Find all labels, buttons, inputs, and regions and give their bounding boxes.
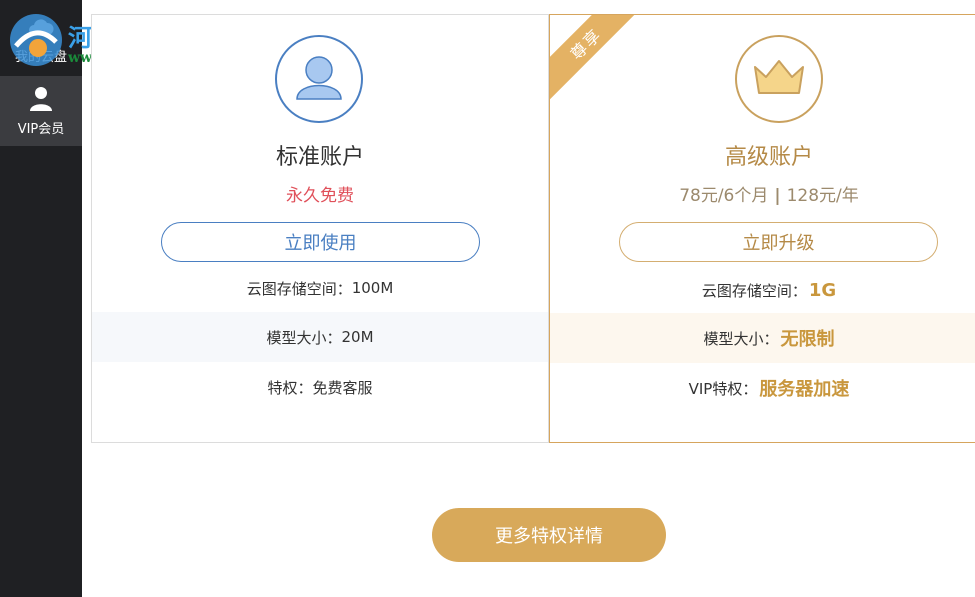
standard-price: 永久免费 [286,186,354,206]
use-now-button[interactable]: 立即使用 [161,222,480,262]
premium-title: 高级账户 [724,145,813,170]
feature-row-storage: 云图存储空间： 1G [550,265,975,315]
feature-value: 服务器加速 [759,379,850,400]
feature-label: 模型大小： [703,329,779,348]
premium-ribbon: 尊享 [550,15,649,107]
feature-label: 云图存储空间： [701,281,807,300]
feature-row-privilege: 特权： 免费客服 [92,362,548,412]
crown-icon [735,35,823,123]
sidebar: 我的云盘 VIP会员 [0,0,82,597]
standard-title: 标准账户 [275,145,364,170]
feature-label: VIP特权： [688,379,758,398]
upgrade-now-button[interactable]: 立即升级 [619,222,938,262]
feature-row-model-size: 模型大小： 无限制 [550,313,975,363]
price-year: 128元/年 [786,186,859,206]
premium-account-card: 尊享 高级账户 78元/6个月 | 128元/年 立即升级 云图存储空间： 1G 模… [549,14,975,443]
feature-label: 模型大小： [266,328,342,347]
more-privileges-button[interactable]: 更多特权详情 [432,508,666,562]
user-icon [28,86,54,112]
sidebar-item-label: VIP会员 [17,121,65,137]
sidebar-item-vip[interactable]: VIP会员 [0,76,82,146]
price-separator: | [774,186,781,206]
feature-row-model-size: 模型大小： 20M [92,312,548,362]
standard-account-card: 标准账户 永久免费 立即使用 云图存储空间： 100M 模型大小： 20M 特权… [91,14,549,443]
feature-value: 100M [351,279,394,297]
premium-price: 78元/6个月 | 128元/年 [550,181,975,206]
feature-row-vip-privilege: VIP特权： 服务器加速 [550,363,975,413]
user-avatar-icon [275,35,363,123]
feature-value: 1G [808,279,837,301]
feature-label: 云图存储空间： [246,279,352,298]
feature-value: 免费客服 [312,378,373,397]
feature-row-storage: 云图存储空间： 100M [92,263,548,313]
feature-value: 无限制 [780,329,835,350]
feature-value: 20M [341,328,374,346]
price-6-months: 78元/6个月 [679,186,769,206]
feature-label: 特权： [267,378,313,397]
watermark-logo-icon [8,12,64,68]
